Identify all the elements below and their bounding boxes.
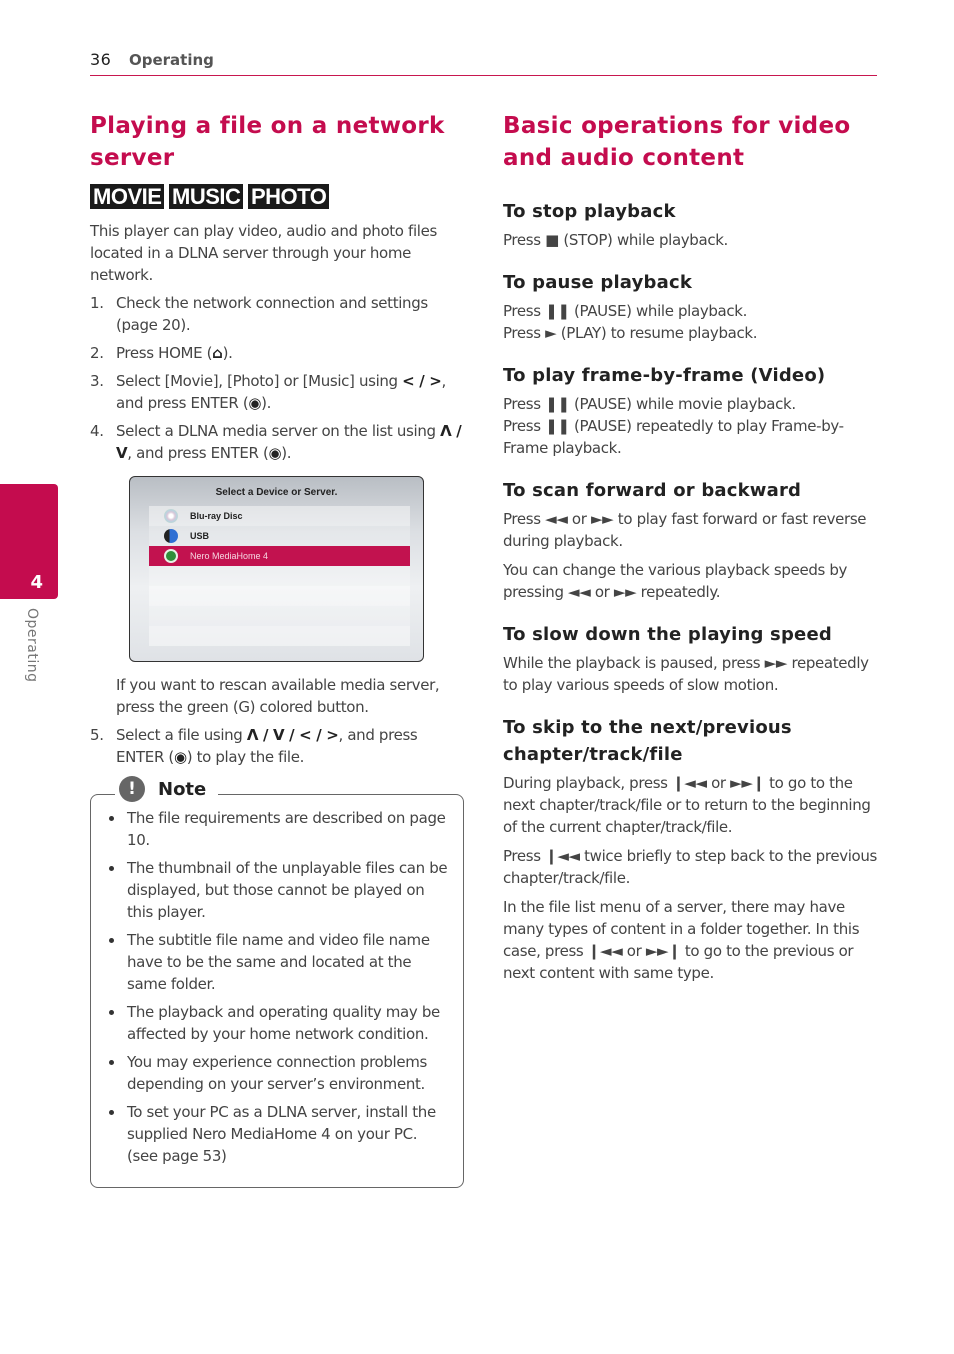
device-select-screenshot: Select a Device or Server. Blu-ray Disc …	[129, 476, 424, 662]
empty-row	[149, 566, 410, 586]
step-number: 1.	[90, 294, 104, 312]
enter-icon: ◉	[248, 394, 262, 412]
section-scan: To scan forward or backward Press ◄◄ or …	[503, 477, 883, 603]
subsection-heading: To slow down the playing speed	[503, 624, 832, 645]
step-text: Select a DLNA media server on the list u…	[116, 422, 441, 440]
step-item: 4. Select a DLNA media server on the lis…	[90, 420, 465, 464]
step-text: Select [Movie], [Photo] or [Music] using	[116, 372, 403, 390]
note-label: Note	[158, 778, 207, 800]
device-item-nero[interactable]: Nero MediaHome 4	[149, 546, 410, 566]
chapter-tab: 4	[0, 484, 58, 599]
subsection-heading: To pause playback	[503, 272, 693, 293]
section-title: Basic operations for video and audio con…	[503, 113, 851, 171]
step-number: 2.	[90, 344, 104, 362]
section-slow-down: To slow down the playing speed While the…	[503, 621, 883, 696]
device-label: Nero MediaHome 4	[190, 551, 269, 561]
note-item: To set your PC as a DLNA server, install…	[107, 1101, 449, 1167]
right-column: Basic operations for video and audio con…	[503, 110, 883, 984]
note-list: The file requirements are described on p…	[107, 807, 449, 1167]
note-item: The file requirements are described on p…	[107, 807, 449, 851]
rescan-hint: If you want to rescan available media se…	[116, 676, 440, 716]
enter-icon: ◉	[268, 444, 282, 462]
note-item: The subtitle file name and video file na…	[107, 929, 449, 995]
note-item: The playback and operating quality may b…	[107, 1001, 449, 1045]
subsection-heading: To scan forward or backward	[503, 480, 802, 501]
exclamation-icon: !	[119, 776, 145, 802]
paragraph: While the playback is paused, press ►► r…	[503, 654, 869, 694]
usb-icon	[164, 529, 178, 543]
step-text: Select a file using	[116, 726, 247, 744]
section-skip: To skip to the next/previous chapter/tra…	[503, 714, 883, 984]
page-header: 36 Operating	[90, 48, 877, 76]
empty-row	[149, 626, 410, 646]
step-text-mid: , and press ENTER (	[127, 444, 269, 462]
paragraph: You can change the various playback spee…	[503, 561, 848, 601]
empty-row	[149, 606, 410, 626]
media-type-badges: MOVIE MUSIC PHOTO	[90, 184, 465, 210]
step-number: 5.	[90, 726, 104, 744]
badge-music: MUSIC	[169, 184, 244, 209]
paragraph: Press ◄◄ or ►► to play fast forward or f…	[503, 510, 867, 550]
page-number: 36	[90, 50, 112, 69]
note-item: You may experience connection problems d…	[107, 1051, 449, 1095]
badge-photo: PHOTO	[248, 184, 330, 209]
paragraph: Press ❚❚ (PAUSE) while playback.	[503, 302, 748, 320]
paragraph: During playback, press ❙◄◄ or ►►❙ to go …	[503, 774, 871, 836]
step-item: 1. Check the network connection and sett…	[90, 292, 465, 336]
subsection-heading: To skip to the next/previous chapter/tra…	[503, 717, 792, 765]
section-title: Playing a file on a network server	[90, 113, 445, 171]
subsection-heading: To play frame-by-frame (Video)	[503, 365, 826, 386]
intro-paragraph: This player can play video, audio and ph…	[90, 222, 437, 284]
note-box: ! Note The file requirements are describ…	[90, 776, 464, 1188]
device-item-usb[interactable]: USB	[149, 526, 410, 546]
paragraph: Press ❙◄◄ twice briefly to step back to …	[503, 847, 877, 887]
step-text-end: ) to play the file.	[186, 748, 305, 766]
header-section-title: Operating	[129, 51, 214, 69]
steps-list-continued: 5. Select a file using Λ / V / < / >, an…	[90, 724, 465, 768]
chapter-label: Operating	[24, 608, 40, 683]
enter-icon: ◉	[173, 748, 187, 766]
section-pause-playback: To pause playback Press ❚❚ (PAUSE) while…	[503, 269, 883, 344]
device-item-bluray[interactable]: Blu-ray Disc	[149, 506, 410, 526]
step-text-end: ).	[261, 394, 272, 412]
device-list: Blu-ray Disc USB Nero MediaHome 4	[149, 506, 410, 646]
chapter-number: 4	[30, 572, 43, 593]
paragraph: Press ❚❚ (PAUSE) while movie playback.	[503, 395, 796, 413]
step-item: 2. Press HOME (⌂).	[90, 342, 465, 364]
screen-title: Select a Device or Server.	[215, 487, 338, 498]
step-item: 5. Select a file using Λ / V / < / >, an…	[90, 724, 465, 768]
section-stop-playback: To stop playback Press ■ (STOP) while pl…	[503, 198, 883, 251]
note-header: ! Note	[115, 776, 219, 802]
nero-server-icon	[164, 549, 178, 563]
device-label: Blu-ray Disc	[190, 511, 243, 521]
direction-arrows-icon: Λ / V / < / >	[246, 726, 339, 744]
left-column: Playing a file on a network server MOVIE…	[90, 110, 465, 1188]
step-text-end: ).	[222, 344, 233, 362]
step-text: Check the network connection and setting…	[116, 294, 428, 334]
steps-list: 1. Check the network connection and sett…	[90, 292, 465, 464]
left-right-arrows-icon: < / >	[402, 372, 442, 390]
step-text: Press HOME (	[116, 344, 213, 362]
subsection-heading: To stop playback	[503, 201, 676, 222]
paragraph: Press ► (PLAY) to resume playback.	[503, 324, 758, 342]
step-number: 3.	[90, 372, 104, 390]
section-frame-by-frame: To play frame-by-frame (Video) Press ❚❚ …	[503, 362, 883, 459]
step-text-end: ).	[281, 444, 292, 462]
paragraph: Press ❚❚ (PAUSE) repeatedly to play Fram…	[503, 417, 844, 457]
paragraph: In the file list menu of a server, there…	[503, 898, 860, 982]
paragraph: Press ■ (STOP) while playback.	[503, 231, 728, 249]
note-item: The thumbnail of the unplayable files ca…	[107, 857, 449, 923]
device-label: USB	[190, 531, 210, 541]
step-number: 4.	[90, 422, 104, 440]
badge-movie: MOVIE	[90, 184, 165, 209]
step-item: 3. Select [Movie], [Photo] or [Music] us…	[90, 370, 465, 414]
disc-icon	[164, 509, 178, 523]
home-icon: ⌂	[212, 344, 223, 362]
empty-row	[149, 586, 410, 606]
